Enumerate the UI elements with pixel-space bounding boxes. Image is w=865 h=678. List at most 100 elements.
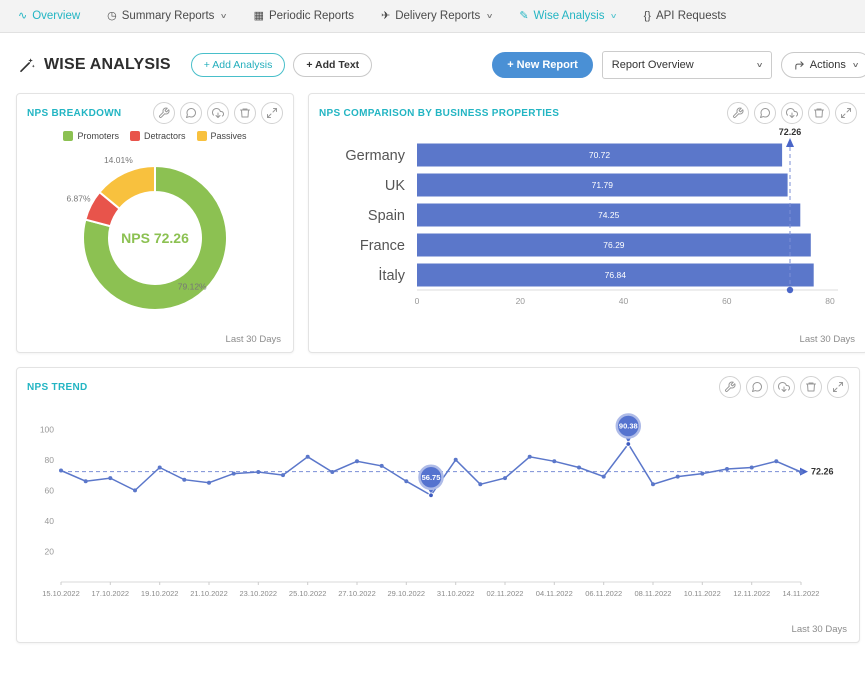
data-point[interactable] xyxy=(380,464,384,468)
comment-widget-button[interactable] xyxy=(746,376,768,398)
data-point[interactable] xyxy=(207,481,211,485)
data-point[interactable] xyxy=(281,473,285,477)
date-tick-label: 06.11.2022 xyxy=(585,589,622,598)
page-title: WISE ANALYSIS xyxy=(44,56,171,74)
add-text-button[interactable]: + Add Text xyxy=(293,53,372,77)
nav-label: Summary Reports xyxy=(122,10,215,22)
cloud-download-icon xyxy=(778,381,790,393)
nav-label: Wise Analysis xyxy=(534,10,605,22)
download-widget-button[interactable] xyxy=(781,102,803,124)
data-point[interactable] xyxy=(108,476,112,480)
nav-item-summary-reports[interactable]: ◷ Summary Reports ∨ xyxy=(107,10,226,22)
data-point[interactable] xyxy=(799,470,803,474)
svg-text:60: 60 xyxy=(45,485,55,495)
expand-widget-button[interactable] xyxy=(835,102,857,124)
slice-percentage: 79.12% xyxy=(178,281,207,291)
nps-breakdown-chart: 79.12%6.87%14.01%NPS 72.26 xyxy=(25,141,285,329)
bar-value-label: 74.25 xyxy=(598,210,620,220)
code-brackets-icon: {} xyxy=(644,11,651,22)
data-point[interactable] xyxy=(651,482,655,486)
bar-category-label: Spain xyxy=(368,208,405,224)
data-point[interactable] xyxy=(306,455,310,459)
edit-widget-button[interactable] xyxy=(727,102,749,124)
card-title: NPS COMPARISON BY BUSINESS PROPERTIES xyxy=(319,108,559,119)
annotation-value: 90.38 xyxy=(619,422,638,431)
svg-text:40: 40 xyxy=(45,516,55,526)
date-tick-label: 27.10.2022 xyxy=(338,589,376,598)
expand-widget-button[interactable] xyxy=(261,102,283,124)
top-navigation: ∿ Overview ◷ Summary Reports ∨ ▦ Periodi… xyxy=(0,0,865,33)
comment-widget-button[interactable] xyxy=(754,102,776,124)
date-tick-label: 04.11.2022 xyxy=(536,589,573,598)
data-point[interactable] xyxy=(158,466,162,470)
data-point[interactable] xyxy=(404,479,408,483)
data-point[interactable] xyxy=(725,467,729,471)
legend-item[interactable]: Passives xyxy=(197,131,247,141)
data-point[interactable] xyxy=(700,472,704,476)
bar-category-label: Germany xyxy=(345,148,405,164)
data-point[interactable] xyxy=(750,466,754,470)
edit-widget-button[interactable] xyxy=(719,376,741,398)
chevron-down-icon: ∨ xyxy=(220,12,228,20)
legend-swatch xyxy=(197,131,207,141)
data-point[interactable] xyxy=(528,455,532,459)
download-widget-button[interactable] xyxy=(207,102,229,124)
data-point[interactable] xyxy=(355,459,359,463)
nav-item-api-requests[interactable]: {} API Requests xyxy=(644,10,727,22)
data-point[interactable] xyxy=(232,472,236,476)
data-point[interactable] xyxy=(774,459,778,463)
svg-text:100: 100 xyxy=(40,424,54,434)
data-point[interactable] xyxy=(256,470,260,474)
date-tick-label: 08.11.2022 xyxy=(635,589,672,598)
card-title: NPS TREND xyxy=(27,382,87,393)
edit-widget-button[interactable] xyxy=(153,102,175,124)
legend-swatch xyxy=(130,131,140,141)
comment-widget-button[interactable] xyxy=(180,102,202,124)
data-point[interactable] xyxy=(182,478,186,482)
data-point[interactable] xyxy=(552,459,556,463)
data-point[interactable] xyxy=(503,476,507,480)
date-tick-label: 23.10.2022 xyxy=(240,589,278,598)
nav-item-overview[interactable]: ∿ Overview xyxy=(18,10,80,22)
delete-widget-button[interactable] xyxy=(800,376,822,398)
nps-comparison-chart: 020406080Germany70.72UK71.79Spain74.25Fr… xyxy=(309,126,865,326)
actions-button[interactable]: Actions ∨ xyxy=(781,52,865,78)
nav-item-delivery-reports[interactable]: ✈ Delivery Reports ∨ xyxy=(381,10,492,22)
line-chart-icon: ∿ xyxy=(18,11,27,22)
data-point[interactable] xyxy=(59,469,63,473)
comment-icon xyxy=(759,107,771,119)
delete-widget-button[interactable] xyxy=(808,102,830,124)
data-point[interactable] xyxy=(602,475,606,479)
delete-widget-button[interactable] xyxy=(234,102,256,124)
card-toolbar xyxy=(153,102,283,124)
date-tick-label: 31.10.2022 xyxy=(437,589,475,598)
nav-item-wise-analysis[interactable]: ✎ Wise Analysis ∨ xyxy=(519,10,616,22)
cloud-download-icon xyxy=(786,107,798,119)
new-report-button[interactable]: + New Report xyxy=(492,52,593,78)
reference-value-label: 72.26 xyxy=(811,467,834,477)
nps-trend-chart: 2040608010015.10.202217.10.202219.10.202… xyxy=(17,400,859,616)
data-point[interactable] xyxy=(330,470,334,474)
nps-score-label: NPS 72.26 xyxy=(121,230,189,246)
legend-item[interactable]: Detractors xyxy=(130,131,186,141)
legend-item[interactable]: Promoters xyxy=(63,131,119,141)
data-point[interactable] xyxy=(454,458,458,462)
wrench-icon xyxy=(732,107,744,119)
download-widget-button[interactable] xyxy=(773,376,795,398)
expand-widget-button[interactable] xyxy=(827,376,849,398)
data-point[interactable] xyxy=(676,475,680,479)
date-tick-label: 10.11.2022 xyxy=(684,589,721,598)
data-point[interactable] xyxy=(84,479,88,483)
data-point[interactable] xyxy=(478,482,482,486)
data-point[interactable] xyxy=(577,466,581,470)
data-point[interactable] xyxy=(133,488,137,492)
chevron-down-icon: ∨ xyxy=(755,61,763,69)
slice-percentage: 6.87% xyxy=(66,194,91,204)
magic-wand-icon xyxy=(18,56,36,74)
add-analysis-button[interactable]: + Add Analysis xyxy=(191,53,286,77)
report-select[interactable]: Report Overview ∨ xyxy=(602,51,772,79)
svg-text:20: 20 xyxy=(45,547,55,557)
nps-breakdown-card: NPS BREAKDOWN Promoters Detractors Passive… xyxy=(16,93,294,353)
nav-item-periodic-reports[interactable]: ▦ Periodic Reports xyxy=(254,10,354,22)
card-title: NPS BREAKDOWN xyxy=(27,108,121,119)
